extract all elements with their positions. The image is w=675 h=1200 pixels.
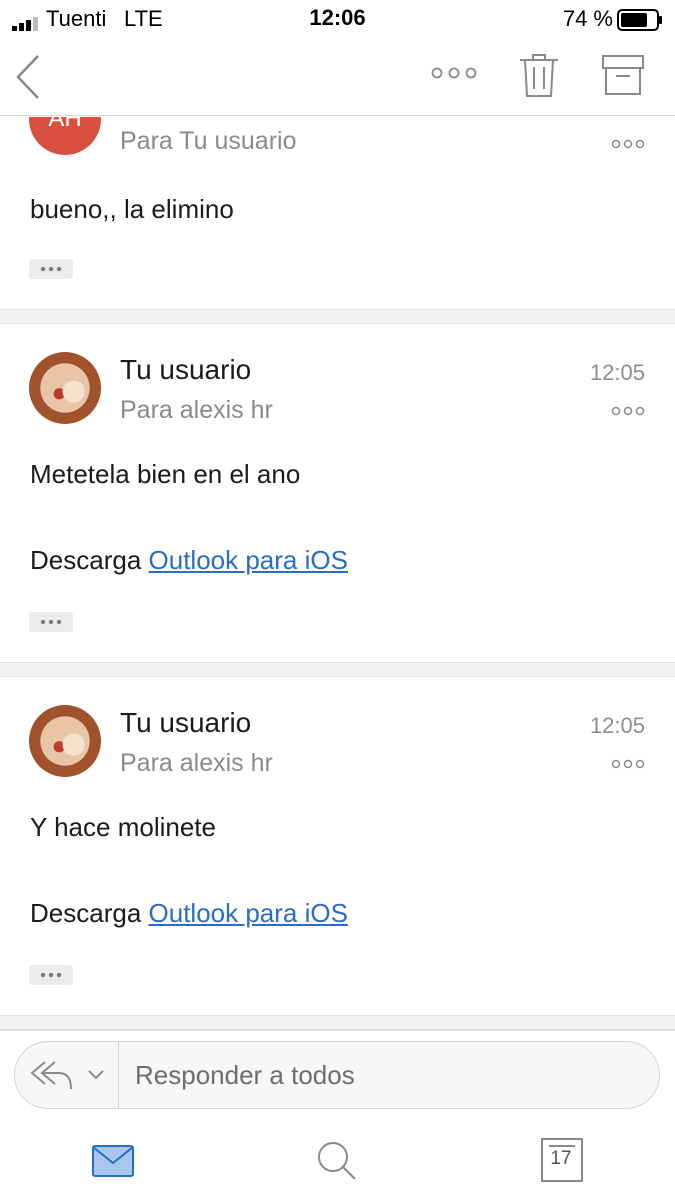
signature: Descarga Outlook para iOS bbox=[30, 545, 348, 576]
avatar bbox=[29, 352, 101, 424]
trash-icon[interactable] bbox=[518, 52, 560, 103]
message-separator bbox=[0, 662, 675, 677]
ellipsis-icon[interactable] bbox=[430, 66, 478, 85]
outlook-link[interactable]: Outlook para iOS bbox=[149, 898, 348, 928]
message-separator bbox=[0, 309, 675, 324]
reply-field[interactable]: Responder a todos bbox=[14, 1041, 660, 1109]
chevron-down-icon bbox=[87, 1068, 105, 1086]
reply-input[interactable]: Responder a todos bbox=[135, 1042, 355, 1108]
recipient-label: Para alexis hr bbox=[120, 749, 273, 777]
recipient-label: Para Tu usuario bbox=[120, 127, 297, 155]
message-body: Metetela bien en el ano bbox=[30, 459, 301, 489]
mail-icon[interactable] bbox=[91, 1144, 135, 1183]
sender-name: Tu usuario bbox=[120, 707, 252, 738]
show-quoted-button[interactable] bbox=[29, 612, 73, 632]
outlook-link[interactable]: Outlook para iOS bbox=[149, 545, 348, 575]
avatar-initials: AH bbox=[48, 117, 82, 132]
archive-icon[interactable] bbox=[601, 54, 645, 101]
avatar bbox=[29, 705, 101, 777]
message-body: Y hace molinete bbox=[30, 812, 216, 842]
battery-percent: 74 % bbox=[562, 6, 613, 31]
message-time: 12:05 bbox=[589, 360, 645, 385]
message-more-icon[interactable] bbox=[611, 757, 645, 775]
message-more-icon[interactable] bbox=[611, 404, 645, 422]
status-bar: Tuenti LTE 12:06 74 % bbox=[0, 0, 675, 38]
reply-all-icon bbox=[29, 1058, 75, 1097]
message-item[interactable]: Tu usuario 12:05 Para alexis hr Y hace m… bbox=[0, 677, 675, 1015]
calendar-icon[interactable]: 17 bbox=[541, 1138, 583, 1182]
message-more-icon[interactable] bbox=[611, 137, 645, 155]
battery-icon bbox=[617, 9, 663, 37]
chevron-left-icon[interactable] bbox=[14, 52, 44, 102]
message-separator bbox=[0, 1015, 675, 1030]
tab-bar: 17 bbox=[0, 1120, 675, 1200]
signature-prefix: Descarga bbox=[30, 898, 142, 928]
show-quoted-button[interactable] bbox=[29, 259, 73, 279]
message-item[interactable]: Tu usuario 12:05 Para alexis hr Metetela… bbox=[0, 324, 675, 662]
message-body: bueno,, la elimino bbox=[30, 194, 234, 224]
show-quoted-button[interactable] bbox=[29, 965, 73, 985]
signature: Descarga Outlook para iOS bbox=[30, 898, 348, 929]
reply-bar: Responder a todos bbox=[0, 1030, 675, 1120]
reply-all-button[interactable] bbox=[15, 1042, 119, 1108]
message-time: 12:05 bbox=[589, 713, 645, 738]
sender-name: Tu usuario bbox=[120, 354, 252, 385]
message-thread[interactable]: AH Para Tu usuario bueno,, la elimino Tu… bbox=[0, 117, 675, 1030]
calendar-day: 17 bbox=[550, 1148, 572, 1169]
avatar: AH bbox=[29, 117, 101, 155]
message-item[interactable]: AH Para Tu usuario bueno,, la elimino bbox=[0, 117, 675, 309]
nav-bar bbox=[0, 38, 675, 116]
recipient-label: Para alexis hr bbox=[120, 396, 273, 424]
search-icon[interactable] bbox=[316, 1140, 358, 1187]
signature-prefix: Descarga bbox=[30, 545, 142, 575]
